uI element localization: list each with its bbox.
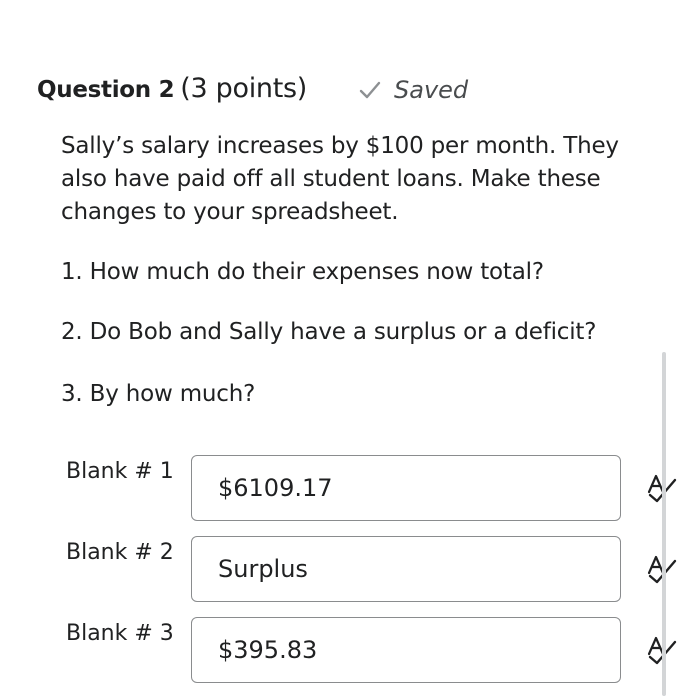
blank-2-input[interactable]: Surplus [191, 536, 621, 602]
blank-3-label: Blank # 3 [66, 621, 174, 646]
question-body: Sally’s salary increases by $100 per mon… [61, 133, 619, 225]
blank-1-label: Blank # 1 [66, 459, 174, 484]
blank-3-input[interactable]: $395.83 [191, 617, 621, 683]
sub-question-3: 3. By how much? [61, 381, 256, 407]
saved-status: Saved [358, 76, 468, 104]
check-icon [359, 81, 381, 99]
blank-2-label: Blank # 2 [66, 540, 174, 565]
question-header: Question 2 (3 points) [37, 73, 307, 109]
saved-label: Saved [394, 76, 469, 104]
sub-question-1: 1. How much do their expenses now total? [61, 259, 544, 285]
question-title: Question 2 [37, 77, 175, 103]
question-points: (3 points) [180, 73, 308, 104]
sub-question-2: 2. Do Bob and Sally have a surplus or a … [61, 319, 597, 345]
scrollbar[interactable] [662, 352, 666, 696]
blank-1-input[interactable]: $6109.17 [191, 455, 621, 521]
